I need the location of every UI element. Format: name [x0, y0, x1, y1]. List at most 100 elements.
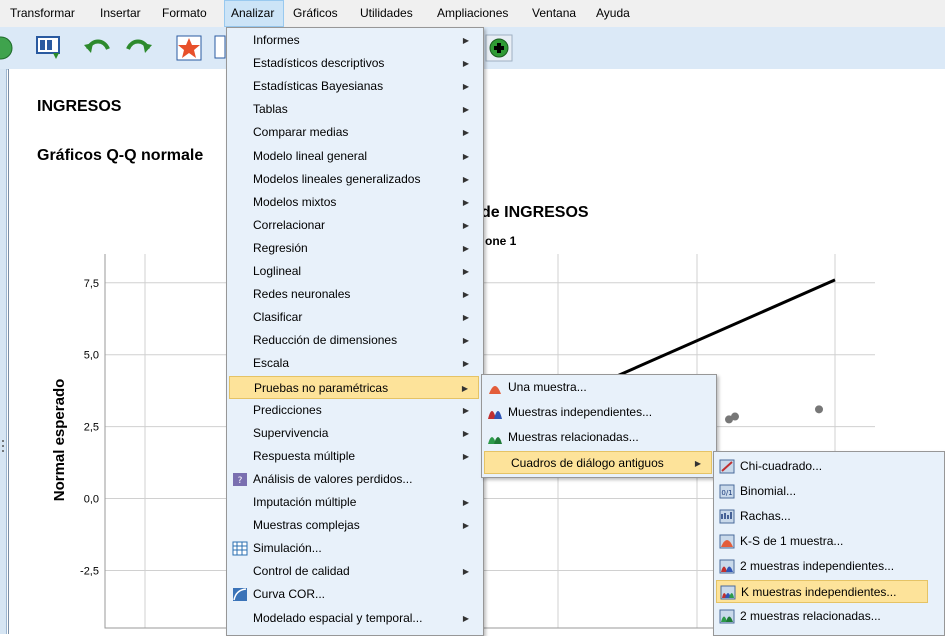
analizar-item-10[interactable]: Loglineal ▶ [229, 260, 479, 283]
recall-icon[interactable] [0, 33, 16, 63]
related-samples-icon [488, 437, 502, 444]
one-sample-icon [489, 386, 501, 394]
analizar-item-6[interactable]: Modelos lineales generalizados ▶ [229, 168, 479, 191]
analizar-item-16[interactable]: Predicciones ▶ [229, 399, 479, 422]
menu-utilidades[interactable]: Utilidades [354, 0, 419, 27]
legacy-item-5[interactable]: K muestras independientes... [716, 580, 928, 603]
analizar-item-label: Loglineal [253, 264, 302, 278]
menu-insertar[interactable]: Insertar [94, 0, 147, 27]
analizar-item-15[interactable]: Pruebas no paramétricas ▶ [229, 375, 479, 399]
menu-ayuda[interactable]: Ayuda [590, 0, 636, 27]
analizar-item-25[interactable]: Modelado espacial y temporal... ▶ [229, 607, 479, 630]
analizar-item-1[interactable]: Estadísticos descriptivos ▶ [229, 52, 479, 75]
analizar-item-11[interactable]: Redes neuronales ▶ [229, 283, 479, 306]
analizar-item-12[interactable]: Clasificar ▶ [229, 306, 479, 329]
nonparam-item-3[interactable]: Cuadros de diálogo antiguos ▶ [484, 451, 712, 474]
submenu-arrow-icon: ▶ [462, 313, 469, 323]
analizar-item-14[interactable]: Escala ▶ [229, 352, 479, 375]
analizar-item-24[interactable]: Curva COR... [229, 583, 479, 606]
nonparam-item-0[interactable]: Una muestra... [484, 376, 712, 399]
analizar-dropdown: Informes ▶ Estadísticos descriptivos ▶ Estad… [226, 27, 484, 636]
analizar-item-label: Curva COR... [253, 587, 326, 602]
two-independent-icon [719, 559, 735, 574]
nonparam-item-2[interactable]: Muestras relacionadas... [484, 426, 712, 449]
splitter-grip-icon [2, 440, 4, 452]
missing-values-icon: ? [233, 472, 247, 486]
menu-transformar[interactable]: Transformar [4, 0, 81, 27]
goto-data-icon[interactable] [34, 33, 64, 63]
analizar-item-label: Regresión [253, 240, 308, 255]
analizar-item-label: Supervivencia [253, 425, 329, 440]
svg-text:0/1: 0/1 [721, 489, 732, 497]
analizar-item-label: Redes neuronales [253, 287, 351, 302]
insert-case-icon[interactable] [174, 33, 204, 63]
roc-curve-icon [233, 588, 247, 602]
submenu-arrow-icon: ▶ [462, 498, 469, 507]
pane-splitter[interactable] [0, 69, 7, 634]
analizar-item-5[interactable]: Modelo lineal general ▶ [229, 145, 479, 168]
submenu-arrow-icon: ▶ [462, 451, 469, 461]
output-subheading: Gráficos Q-Q normale [37, 147, 204, 164]
menu-formato[interactable]: Formato [156, 0, 213, 27]
submenu-arrow-icon: ▶ [462, 105, 469, 115]
runs-icon [719, 509, 735, 524]
analizar-item-label: Control de calidad [253, 564, 350, 579]
submenu-arrow-icon: ▶ [462, 428, 469, 438]
submenu-arrow-icon: ▶ [462, 82, 469, 92]
analizar-item-23[interactable]: Control de calidad ▶ [229, 560, 479, 583]
legacy-item-label: Rachas... [740, 509, 791, 523]
menu-graficos[interactable]: Gráficos [287, 0, 344, 27]
submenu-arrow-icon: ▶ [462, 405, 469, 415]
nonparam-item-label: Muestras independientes... [508, 405, 653, 419]
analizar-item-4[interactable]: Comparar medias ▶ [229, 121, 479, 144]
analizar-item-label: Estadísticos descriptivos [253, 56, 385, 71]
legacy-item-1[interactable]: 0/1 Binomial... [716, 480, 928, 503]
submenu-arrow-icon: ▶ [462, 174, 469, 184]
legacy-item-6[interactable]: 2 muestras relacionadas... [716, 605, 928, 628]
output-heading: INGRESOS [37, 98, 122, 115]
legacy-item-4[interactable]: 2 muestras independientes... [716, 555, 928, 578]
analizar-item-21[interactable]: Muestras complejas ▶ [229, 514, 479, 537]
analizar-item-2[interactable]: Estadísticas Bayesianas ▶ [229, 75, 479, 98]
submenu-arrow-icon: ▶ [462, 290, 469, 300]
redo-icon[interactable] [124, 33, 154, 63]
analizar-item-label: Comparar medias [253, 125, 349, 140]
chi-square-icon [719, 459, 735, 474]
legacy-item-3[interactable]: K-S de 1 muestra... [716, 530, 928, 553]
analizar-item-19[interactable]: ? Análisis de valores perdidos... [229, 468, 479, 491]
nonparam-item-label: Una muestra... [508, 380, 587, 394]
analizar-item-label: Predicciones [253, 402, 322, 417]
nonparam-item-1[interactable]: Muestras independientes... [484, 401, 712, 424]
analizar-item-label: Tablas [253, 102, 288, 117]
menu-bar: Transformar Insertar Formato Analizar Gr… [0, 0, 945, 28]
add-icon[interactable] [484, 33, 514, 63]
analizar-item-3[interactable]: Tablas ▶ [229, 98, 479, 121]
nonparam-item-label: Muestras relacionadas... [508, 430, 639, 444]
analizar-item-18[interactable]: Respuesta múltiple ▶ [229, 445, 479, 468]
legacy-item-label: K-S de 1 muestra... [740, 534, 844, 548]
analizar-item-label: Informes [253, 33, 300, 47]
analizar-item-8[interactable]: Correlacionar ▶ [229, 214, 479, 237]
analizar-item-22[interactable]: Simulación... [229, 537, 479, 560]
menu-ampliaciones[interactable]: Ampliaciones [431, 0, 514, 27]
analizar-item-0[interactable]: Informes ▶ [229, 29, 479, 52]
analizar-item-label: Simulación... [253, 541, 322, 556]
submenu-arrow-icon: ▶ [462, 336, 469, 346]
menu-analizar[interactable]: Analizar [224, 0, 284, 27]
legacy-item-label: Binomial... [740, 484, 797, 498]
ks-icon [719, 534, 735, 549]
legacy-item-0[interactable]: Chi-cuadrado... [716, 455, 928, 478]
analizar-item-17[interactable]: Supervivencia ▶ [229, 422, 479, 445]
undo-icon[interactable] [82, 33, 112, 63]
analizar-item-20[interactable]: Imputación múltiple ▶ [229, 491, 479, 514]
legacy-item-label: K muestras independientes... [741, 585, 897, 599]
submenu-arrow-icon: ▶ [462, 567, 469, 577]
analizar-item-9[interactable]: Regresión ▶ [229, 237, 479, 260]
analizar-item-label: Modelos lineales generalizados [253, 171, 421, 186]
legacy-item-2[interactable]: Rachas... [716, 505, 928, 528]
analizar-item-13[interactable]: Reducción de dimensiones ▶ [229, 329, 479, 352]
menu-ventana[interactable]: Ventana [526, 0, 582, 27]
analizar-item-label: Estadísticas Bayesianas [253, 79, 384, 94]
legacy-item-label: 2 muestras relacionadas... [740, 609, 881, 623]
analizar-item-7[interactable]: Modelos mixtos ▶ [229, 191, 479, 214]
